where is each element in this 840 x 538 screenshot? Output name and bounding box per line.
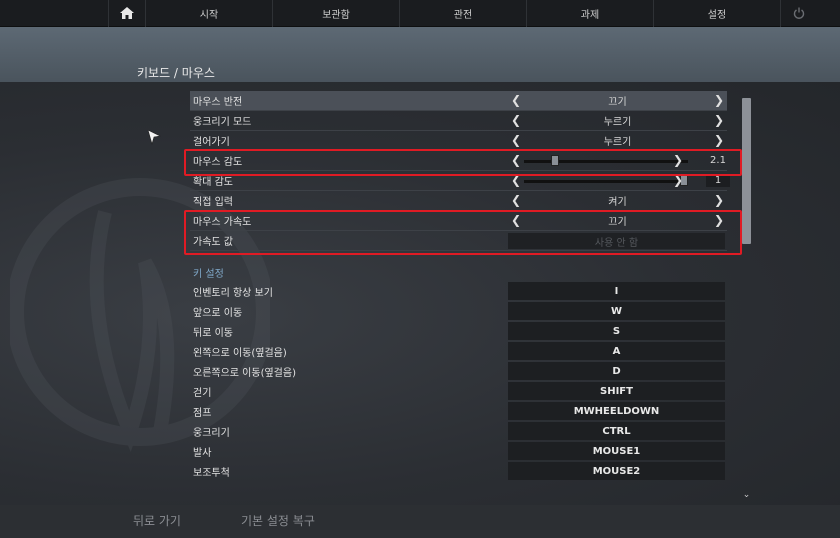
- arrow-right-icon[interactable]: ❯: [714, 193, 724, 207]
- mouse-cursor-icon: [147, 129, 162, 150]
- keybind-label: 앞으로 이동: [193, 307, 243, 319]
- keybind-value[interactable]: W: [508, 302, 725, 320]
- reset-defaults-button[interactable]: 기본 설정 복구: [241, 512, 315, 529]
- bottom-bar: [0, 505, 840, 538]
- keybind-value[interactable]: SHIFT: [508, 382, 725, 400]
- arrow-right-icon[interactable]: ❯: [714, 93, 724, 107]
- keybind-value[interactable]: MWHEELDOWN: [508, 402, 725, 420]
- keybind-label: 점프: [193, 407, 212, 419]
- setting-label: 직접 입력: [193, 197, 233, 208]
- keybind-row[interactable]: 웅크리기 CTRL: [190, 421, 727, 441]
- setting-value: 끄기: [608, 97, 627, 108]
- slider-track[interactable]: [524, 179, 688, 183]
- keybind-value[interactable]: I: [508, 282, 725, 300]
- keybind-row[interactable]: 발사 MOUSE1: [190, 441, 727, 461]
- setting-row-walk[interactable]: 걸어가기 ❮ 누르기 ❯: [190, 131, 727, 151]
- arrow-left-icon[interactable]: ❮: [511, 133, 521, 147]
- section-header-key-bindings: 키 설정: [193, 269, 224, 280]
- setting-value: 누르기: [603, 117, 632, 128]
- keybind-label: 보조투척: [193, 467, 230, 479]
- home-icon: [120, 4, 134, 23]
- arrow-left-icon[interactable]: ❮: [511, 93, 521, 107]
- keybind-label: 웅크리기: [193, 427, 230, 439]
- keybind-row[interactable]: 오른쪽으로 이동(옆걸음) D: [190, 361, 727, 381]
- setting-label: 걸어가기: [193, 137, 230, 148]
- arrow-left-icon[interactable]: ❮: [511, 193, 521, 207]
- setting-row-crouch-mode[interactable]: 웅크리기 모드 ❮ 누르기 ❯: [190, 111, 727, 131]
- arrow-left-icon[interactable]: ❮: [511, 113, 521, 127]
- chevron-down-icon[interactable]: ⌄: [741, 490, 752, 500]
- setting-value: 누르기: [603, 137, 632, 148]
- power-button[interactable]: [780, 0, 818, 27]
- keybind-row[interactable]: 걷기 SHIFT: [190, 381, 727, 401]
- scrollbar[interactable]: ⌄: [741, 94, 752, 502]
- keybind-label: 걷기: [193, 387, 212, 399]
- keybind-label: 뒤로 이동: [193, 327, 233, 339]
- keybind-label: 오른쪽으로 이동(옆걸음): [193, 367, 296, 379]
- keybind-label: 인벤토리 항상 보기: [193, 287, 273, 299]
- highlight-box-sensitivity: [184, 149, 742, 176]
- power-icon: [793, 4, 805, 23]
- tab-start[interactable]: 시작: [146, 0, 273, 27]
- slider-value: 1: [706, 174, 730, 187]
- scrollbar-thumb[interactable]: [742, 98, 751, 244]
- setting-row-raw-input[interactable]: 직접 입력 ❮ 켜기 ❯: [190, 191, 727, 211]
- keybind-value[interactable]: MOUSE1: [508, 442, 725, 460]
- setting-row-mouse-invert[interactable]: 마우스 반전 ❮ 끄기 ❯: [190, 91, 727, 111]
- keybind-value[interactable]: MOUSE2: [508, 462, 725, 480]
- keybind-row[interactable]: 앞으로 이동 W: [190, 301, 727, 321]
- keybind-row[interactable]: 점프 MWHEELDOWN: [190, 401, 727, 421]
- keybind-value[interactable]: A: [508, 342, 725, 360]
- tab-settings[interactable]: 설정: [654, 0, 781, 27]
- home-button[interactable]: [108, 0, 146, 27]
- keybind-row[interactable]: 뒤로 이동 S: [190, 321, 727, 341]
- header-band: [0, 27, 840, 82]
- keybind-label: 왼쪽으로 이동(옆걸음): [193, 347, 287, 359]
- highlight-box-acceleration: [184, 210, 742, 255]
- back-button[interactable]: 뒤로 가기: [133, 512, 181, 529]
- keybind-row[interactable]: 왼쪽으로 이동(옆걸음) A: [190, 341, 727, 361]
- tab-watch[interactable]: 관전: [400, 0, 527, 27]
- keybind-label: 발사: [193, 447, 212, 459]
- keybind-row[interactable]: 인벤토리 항상 보기 I: [190, 281, 727, 301]
- keybind-value[interactable]: S: [508, 322, 725, 340]
- keybind-value[interactable]: D: [508, 362, 725, 380]
- page-title: 키보드 / 마우스: [137, 66, 215, 80]
- setting-value: 켜기: [608, 197, 627, 208]
- top-nav: 시작 보관함 관전 과제 설정: [0, 0, 840, 27]
- tab-missions[interactable]: 과제: [527, 0, 654, 27]
- keybind-value[interactable]: CTRL: [508, 422, 725, 440]
- arrow-right-icon[interactable]: ❯: [714, 133, 724, 147]
- arrow-right-icon[interactable]: ❯: [714, 113, 724, 127]
- tab-inventory[interactable]: 보관함: [273, 0, 400, 27]
- keybind-row[interactable]: 보조투척 MOUSE2: [190, 461, 727, 481]
- setting-label: 웅크리기 모드: [193, 117, 252, 128]
- setting-label: 마우스 반전: [193, 97, 243, 108]
